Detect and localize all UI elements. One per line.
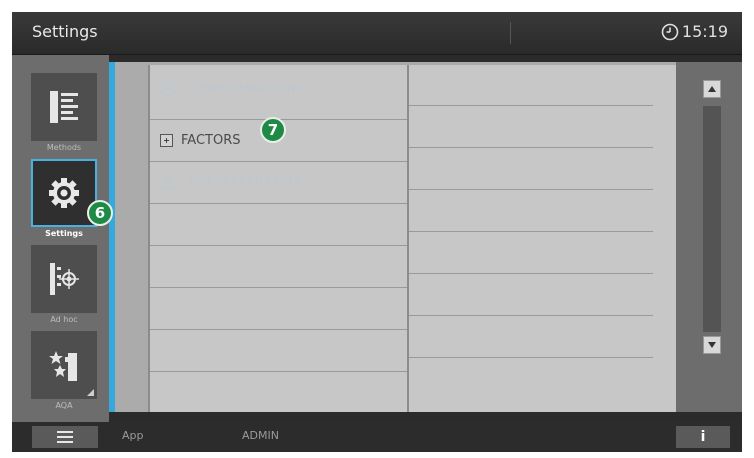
- list-item-prepreparation[interactable]: PREPREPARATION: [160, 175, 302, 189]
- row-divider: [409, 315, 653, 316]
- adhoc-tile[interactable]: [31, 245, 97, 313]
- row-divider: [150, 245, 407, 246]
- sidebar: Methods Settings Ad hoc AQA: [12, 55, 109, 422]
- row-divider: [409, 105, 653, 106]
- list-item-label: CONFIGURATIONS: [190, 82, 305, 96]
- sidebar-item-label: Methods: [46, 143, 82, 152]
- row-divider: [150, 203, 407, 204]
- sidebar-item-adhoc[interactable]: Ad hoc: [29, 245, 99, 331]
- chevron-up-icon: [708, 86, 716, 92]
- list-item-factors[interactable]: FACTORS: [160, 133, 240, 148]
- sidebar-item-label: Ad hoc: [50, 315, 78, 324]
- sidebar-item-settings[interactable]: Settings: [29, 159, 99, 245]
- scrollbar[interactable]: [676, 62, 742, 412]
- top-bar: Settings 15:19: [12, 12, 742, 55]
- sidebar-item-label: Settings: [45, 229, 83, 238]
- clock-time: 15:19: [681, 22, 728, 41]
- user-label: ADMIN: [242, 429, 279, 442]
- row-divider: [409, 147, 653, 148]
- row-divider: [409, 189, 653, 190]
- scroll-down-button[interactable]: [703, 336, 721, 354]
- row-divider: [409, 273, 653, 274]
- row-divider: [409, 357, 653, 358]
- scroll-track[interactable]: [703, 106, 721, 332]
- callout-badge-factors: 7: [260, 117, 286, 143]
- callout-badge-settings: 6: [87, 200, 113, 226]
- row-divider: [150, 329, 407, 330]
- menu-button[interactable]: [32, 426, 98, 448]
- list-item-label: PREPREPARATION: [190, 175, 303, 189]
- expand-box-icon: [160, 134, 173, 147]
- info-button[interactable]: i: [676, 426, 730, 448]
- sidebar-item-label: AQA: [55, 401, 73, 410]
- bottom-bar: App ADMIN i: [12, 422, 742, 452]
- scroll-up-button[interactable]: [703, 80, 721, 98]
- adhoc-icon: [50, 263, 79, 295]
- row-divider: [150, 287, 407, 288]
- column-divider: [407, 65, 409, 412]
- row-divider: [409, 231, 653, 232]
- gear-icon: [160, 81, 176, 97]
- device-screen: Settings 15:19 Methods Settings Ad hoc A…: [12, 12, 742, 452]
- methods-icon: [50, 91, 78, 123]
- app-label: App: [122, 429, 144, 442]
- aqa-icon: [49, 351, 77, 381]
- top-bar-divider: [510, 22, 511, 44]
- row-divider: [150, 161, 407, 162]
- settings-list: CONFIGURATIONS FACTORS PREPREPARATION: [148, 65, 676, 412]
- aqa-tile[interactable]: [31, 331, 97, 399]
- methods-tile[interactable]: [31, 73, 97, 141]
- chevron-down-icon: [708, 342, 716, 348]
- row-divider: [150, 371, 407, 372]
- submenu-corner-indicator: [87, 389, 94, 396]
- sidebar-item-aqa[interactable]: AQA: [29, 331, 99, 417]
- list-item-label: FACTORS: [181, 133, 241, 148]
- sidebar-item-methods[interactable]: Methods: [29, 73, 99, 159]
- warning-icon: [160, 175, 176, 189]
- clock: 15:19: [661, 22, 728, 41]
- list-item-configurations[interactable]: CONFIGURATIONS: [160, 81, 304, 97]
- gear-icon: [49, 178, 79, 208]
- hamburger-icon: [57, 431, 73, 443]
- page-title: Settings: [32, 22, 98, 41]
- clock-icon: [661, 23, 679, 40]
